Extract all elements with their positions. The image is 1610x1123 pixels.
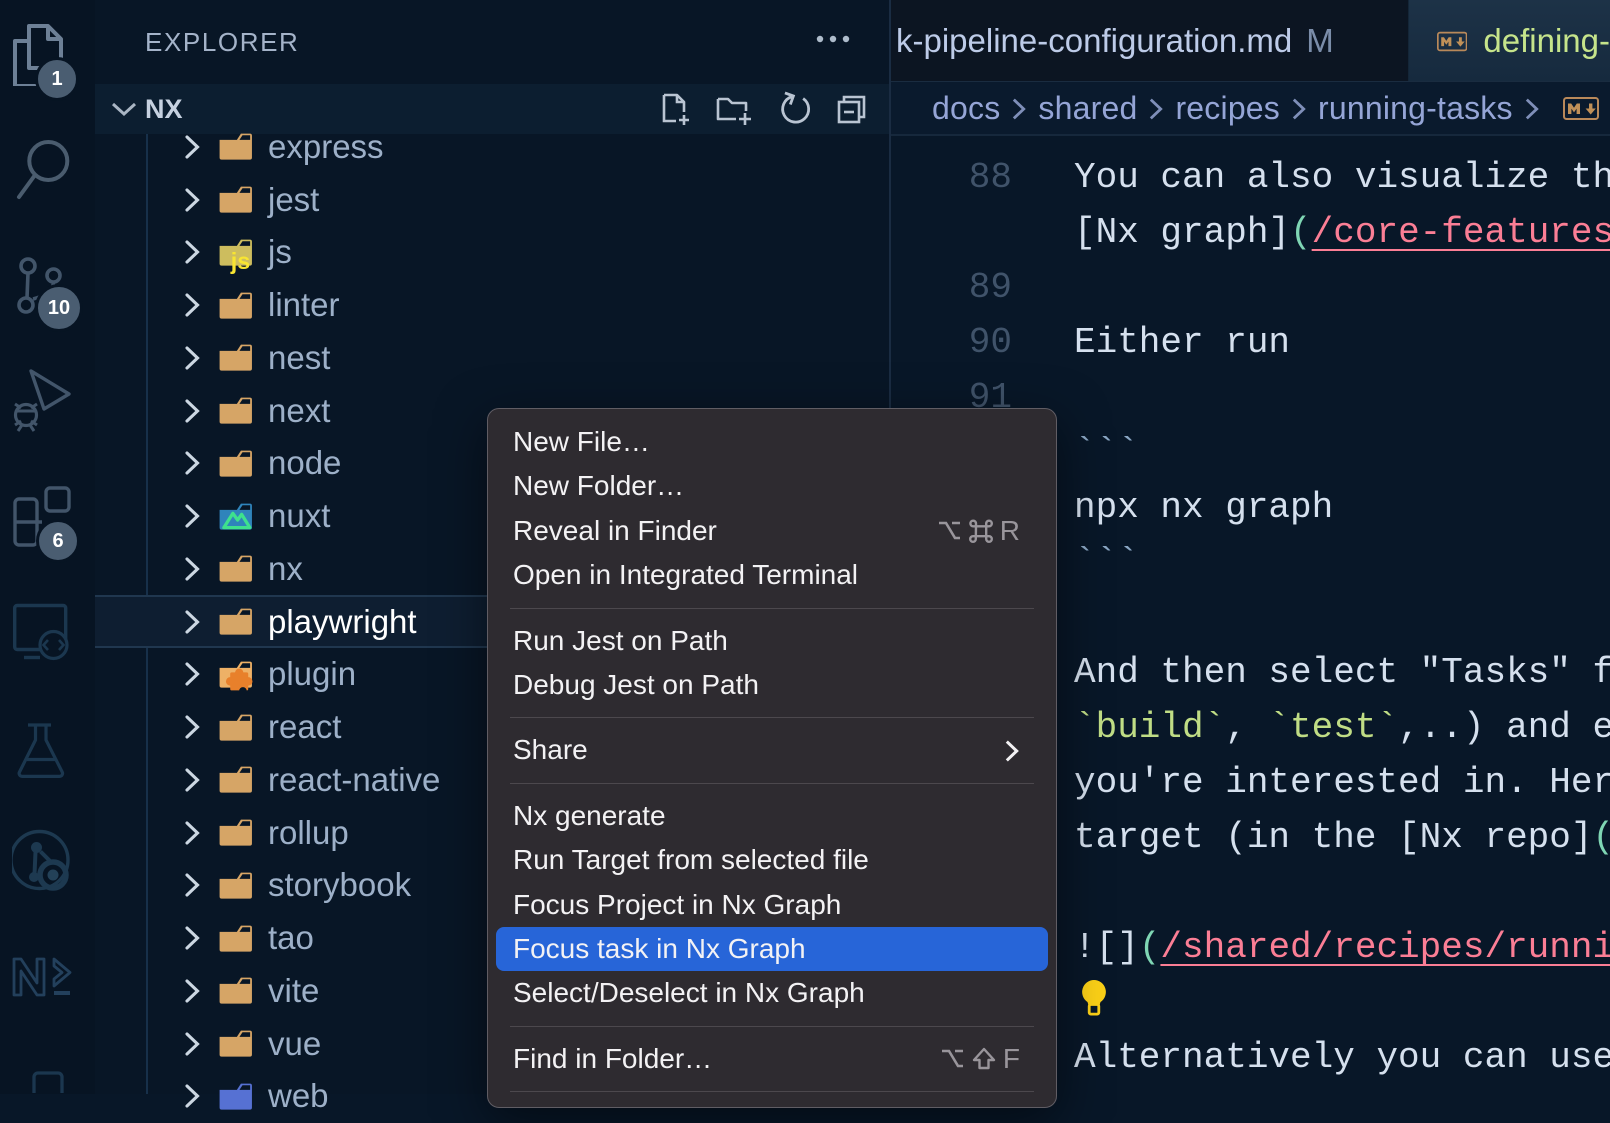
svg-text:js: js: [230, 248, 250, 274]
